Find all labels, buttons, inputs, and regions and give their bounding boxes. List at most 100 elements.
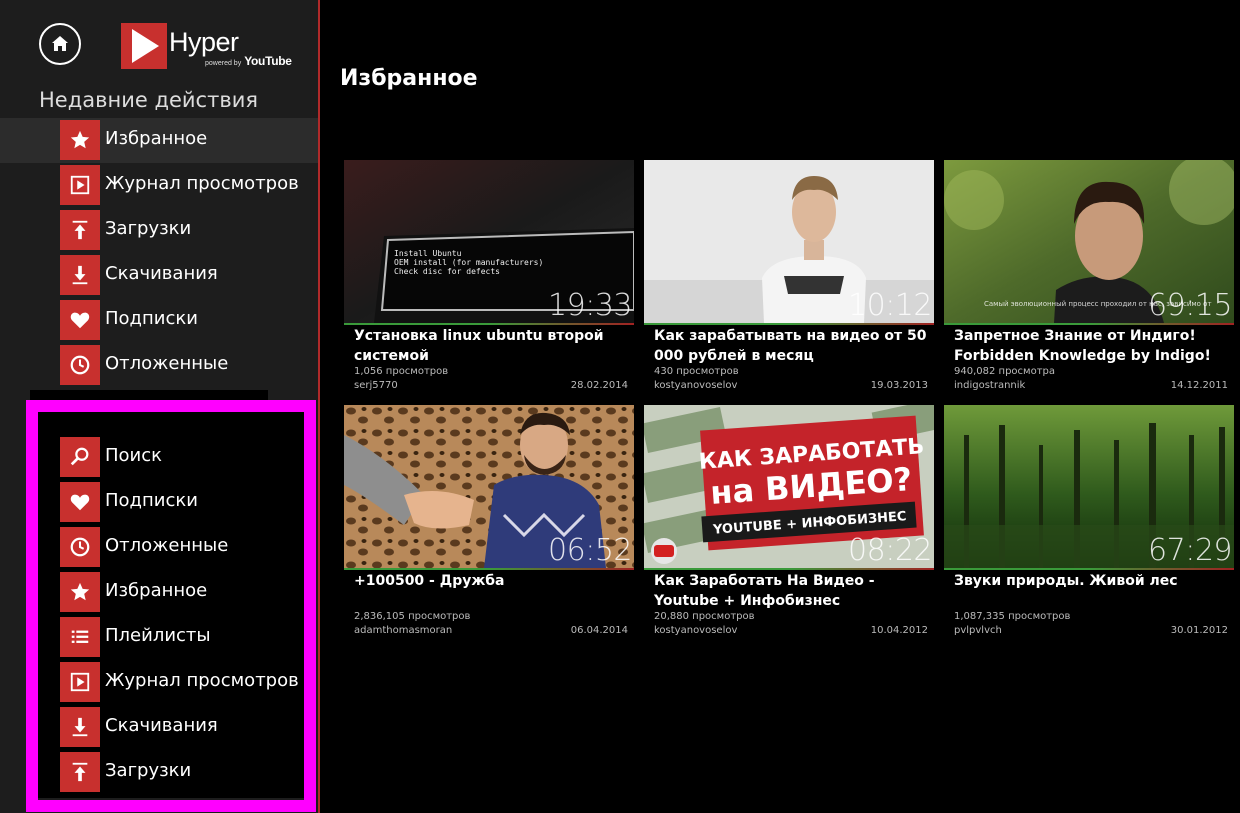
menu-item-uploads[interactable]: Загрузки <box>0 750 318 795</box>
video-title: +100500 - Дружба <box>354 573 505 589</box>
video-views: 1,056 просмотров <box>354 366 449 377</box>
menu-item-watch-later[interactable]: Отложенные <box>0 525 318 570</box>
video-card[interactable]: Самый эволюционный процесс проходил от н… <box>944 160 1234 400</box>
play-history-icon <box>60 165 100 205</box>
video-duration: 69:15 <box>1148 288 1232 323</box>
heart-icon <box>60 300 100 340</box>
sidebar-item-label: Подписки <box>105 308 198 329</box>
star-icon <box>60 572 100 612</box>
menu-item-label: Отложенные <box>105 535 229 556</box>
menu-item-search[interactable]: Поиск <box>0 435 318 480</box>
video-views: 20,880 просмотров <box>654 611 755 622</box>
progress-line <box>344 323 634 325</box>
clock-icon <box>60 345 100 385</box>
search-icon <box>60 437 100 477</box>
video-author: indigostrannik <box>954 380 1026 391</box>
video-views: 430 просмотров <box>654 366 739 377</box>
video-duration: 08:22 <box>848 533 932 568</box>
menu-item-label: Избранное <box>105 580 208 601</box>
logo-play-icon <box>121 23 167 69</box>
download-icon <box>60 255 100 295</box>
sidebar-item-label: Избранное <box>105 128 208 149</box>
video-author: pvlpvlvch <box>954 625 1002 636</box>
clock-icon <box>60 527 100 567</box>
menu-item-downloads[interactable]: Скачивания <box>0 705 318 750</box>
home-button[interactable] <box>39 23 81 65</box>
sidebar-item-label: Скачивания <box>105 263 218 284</box>
video-views: 2,836,105 просмотров <box>354 611 471 622</box>
video-card[interactable]: 10:12 Как зарабатывать на видео от 50 00… <box>644 160 934 400</box>
play-history-icon <box>60 662 100 702</box>
sidebar-item-label: Отложенные <box>105 353 229 374</box>
sidebar-item-label: Журнал просмотров <box>105 173 299 194</box>
video-thumbnail: 10:12 <box>644 160 934 323</box>
video-date: 14.12.2011 <box>1170 380 1228 391</box>
video-thumbnail: Install Ubuntu OEM install (for manufact… <box>344 160 634 323</box>
video-views: 1,087,335 просмотров <box>954 611 1071 622</box>
heart-icon <box>60 482 100 522</box>
video-duration: 67:29 <box>1148 533 1232 568</box>
upload-icon <box>60 752 100 792</box>
sidebar-item-label: Загрузки <box>105 218 192 239</box>
video-duration: 10:12 <box>848 288 932 323</box>
video-title: Как Заработать На Видео - Youtube + Инфо… <box>654 573 875 609</box>
svg-text:OEM install (for manufacturers: OEM install (for manufacturers) <box>394 258 543 267</box>
sidebar-item-watch-later[interactable]: Отложенные <box>0 343 318 388</box>
video-thumbnail: КАК ЗАРАБОТАТЬ на ВИДЕО? YOUTUBE + ИНФОБ… <box>644 405 934 568</box>
home-icon <box>52 36 68 51</box>
recent-actions-title: Недавние действия <box>39 88 258 112</box>
upload-icon <box>60 210 100 250</box>
video-date: 10.04.2012 <box>870 625 928 636</box>
sidebar-item-subscriptions[interactable]: Подписки <box>0 298 318 343</box>
video-card[interactable]: Install Ubuntu OEM install (for manufact… <box>344 160 634 400</box>
video-card[interactable]: 06:52 +100500 - Дружба 2,836,105 просмот… <box>344 405 634 645</box>
video-author: kostyanovoselov <box>654 380 738 391</box>
video-thumbnail: 67:29 <box>944 405 1234 568</box>
video-title: Установка linux ubuntu второй системой <box>354 328 604 364</box>
recent-actions-list: Избранное Журнал просмотров Загрузки Ска… <box>0 118 318 388</box>
menu-item-label: Плейлисты <box>105 625 211 646</box>
menu-item-playlists[interactable]: Плейлисты <box>0 615 318 660</box>
menu-item-subscriptions[interactable]: Подписки <box>0 480 318 525</box>
progress-line <box>644 568 934 570</box>
download-icon <box>60 707 100 747</box>
sidebar-divider <box>318 0 320 813</box>
menu-item-label: Подписки <box>105 490 198 511</box>
video-duration: 06:52 <box>548 533 632 568</box>
video-author: adamthomasmoran <box>354 625 453 636</box>
list-icon <box>60 617 100 657</box>
menu-item-history[interactable]: Журнал просмотров <box>0 660 318 705</box>
video-author: kostyanovoselov <box>654 625 738 636</box>
progress-line <box>944 323 1234 325</box>
sidebar-item-history[interactable]: Журнал просмотров <box>0 163 318 208</box>
video-card[interactable]: 67:29 Звуки природы. Живой лес 1,087,335… <box>944 405 1234 645</box>
video-author: serj5770 <box>354 380 398 391</box>
video-duration: 19:33 <box>548 288 632 323</box>
star-icon <box>60 120 100 160</box>
menu-item-label: Журнал просмотров <box>105 670 299 691</box>
video-title: Запретное Знание от Индиго! Forbidden Kn… <box>954 328 1211 364</box>
logo-powered-by: powered by YouTube <box>205 54 292 68</box>
video-card[interactable]: КАК ЗАРАБОТАТЬ на ВИДЕО? YOUTUBE + ИНФОБ… <box>644 405 934 645</box>
video-date: 30.01.2012 <box>1170 625 1228 636</box>
page-title: Избранное <box>340 66 478 91</box>
sidebar-item-uploads[interactable]: Загрузки <box>0 208 318 253</box>
progress-line <box>644 323 934 325</box>
menu-item-favorites[interactable]: Избранное <box>0 570 318 615</box>
video-thumbnail: 06:52 <box>344 405 634 568</box>
video-date: 28.02.2014 <box>570 380 628 391</box>
sidebar-item-downloads[interactable]: Скачивания <box>0 253 318 298</box>
video-date: 19.03.2013 <box>870 380 928 391</box>
svg-text:Install Ubuntu: Install Ubuntu <box>394 249 462 258</box>
app-logo: Hyper powered by YouTube <box>121 23 301 69</box>
progress-line <box>944 568 1234 570</box>
main-menu-list: Поиск Подписки Отложенные Избранное Плей… <box>0 435 318 795</box>
menu-item-label: Загрузки <box>105 760 192 781</box>
video-date: 06.04.2014 <box>570 625 628 636</box>
sidebar-item-favorites[interactable]: Избранное <box>0 118 318 163</box>
video-title: Звуки природы. Живой лес <box>954 573 1178 589</box>
video-views: 940,082 просмотра <box>954 366 1055 377</box>
video-thumbnail: Самый эволюционный процесс проходил от н… <box>944 160 1234 323</box>
svg-text:Check disc for defects: Check disc for defects <box>394 267 500 276</box>
progress-line <box>344 568 634 570</box>
